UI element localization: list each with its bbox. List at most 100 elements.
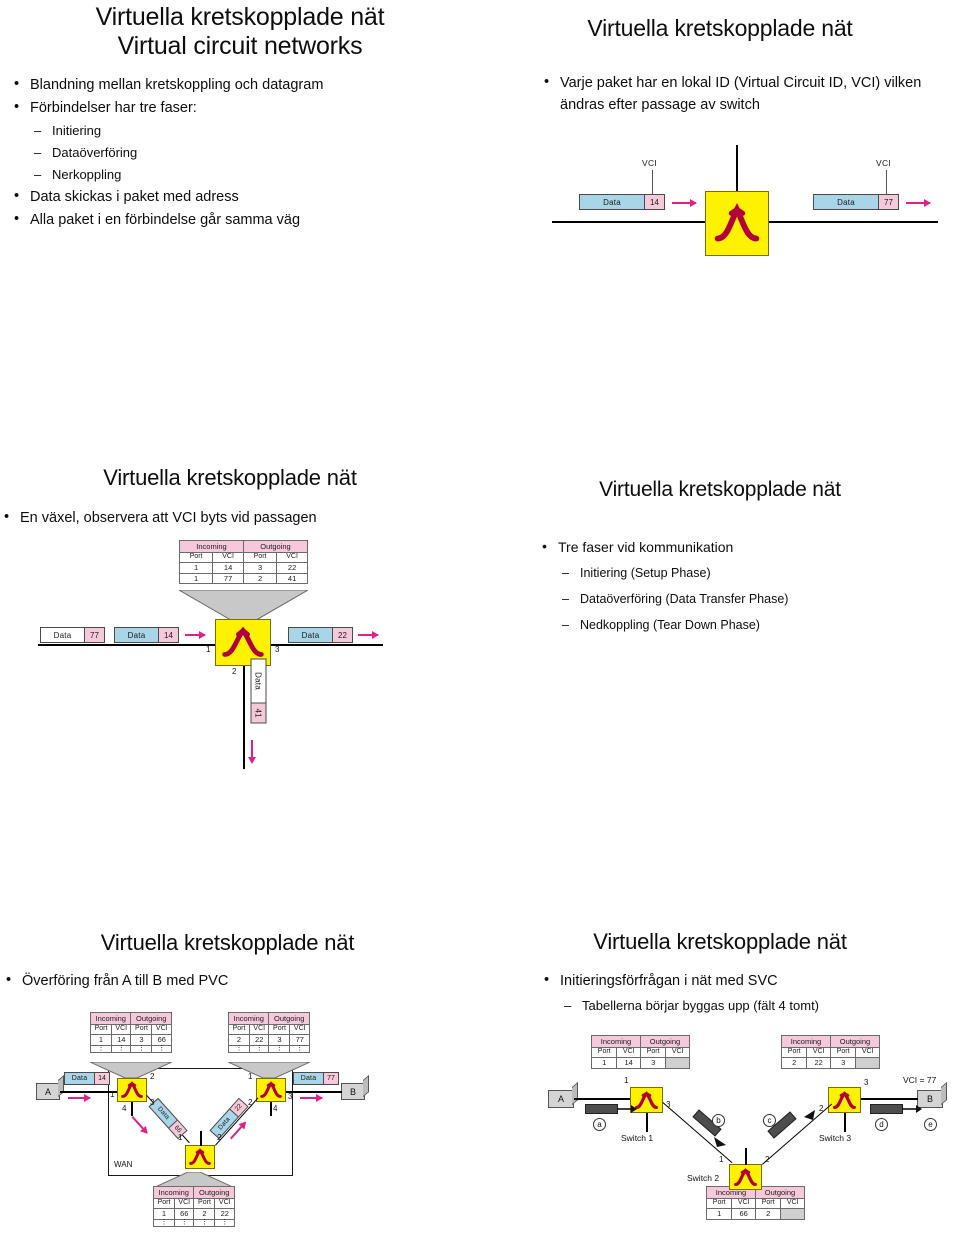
flow-arrow-right	[906, 199, 931, 207]
endpoint-a: A	[548, 1090, 574, 1108]
step-marker-d: d	[875, 1118, 888, 1131]
port-number: 1	[178, 1133, 183, 1142]
table-cell: 2	[780, 1057, 808, 1069]
packet-data-label: Data	[603, 197, 621, 207]
endpoint-b: B	[341, 1083, 365, 1100]
packet-data-label: Data	[127, 630, 146, 640]
table-column-header: VCI	[212, 552, 244, 564]
table-cell: ⋮	[89, 1044, 113, 1053]
slide-6-diagram: Incoming Outgoing Port VCI Port VCI 1 14…	[480, 920, 960, 1249]
port-number: 1	[624, 1076, 629, 1085]
port-number: 2	[765, 1155, 770, 1164]
table-row: 1 77 2 41	[178, 572, 308, 584]
vci-annotation-right: VCI = 77	[903, 1075, 937, 1085]
table-row: 1 66 2 22	[152, 1208, 235, 1220]
table-row: 1 66 2	[705, 1208, 805, 1220]
table-cell-empty	[780, 1208, 805, 1220]
packet-data-label: Data	[301, 630, 320, 640]
slide-4: Virtuella kretskopplade nät Tre faser vi…	[480, 455, 960, 920]
switch-3-caption: Switch 3	[819, 1133, 852, 1143]
step-marker-b: b	[712, 1114, 725, 1127]
table-group-header: Incoming	[179, 539, 244, 554]
bullet-item: Initiering (Setup Phase)	[540, 560, 940, 586]
table-row: ⋮ ⋮ ⋮ ⋮	[227, 1044, 310, 1053]
packet-data-label: Data	[254, 672, 263, 690]
table-column-header: Port	[268, 1024, 291, 1036]
table-column-header: VCI	[151, 1024, 172, 1036]
bullet-item: Initiering	[12, 120, 472, 142]
port-number: 1	[719, 1155, 724, 1164]
table-group-header: Incoming	[227, 1011, 270, 1026]
table-row: 1 14 3 22	[178, 562, 308, 574]
table-column-header: VCI	[780, 1198, 805, 1210]
table-column-header: Port	[705, 1198, 733, 1210]
table-row: 2 22 3 77	[227, 1034, 310, 1046]
table-row: 2 22 3	[780, 1057, 880, 1069]
switch-3-icon	[256, 1078, 286, 1102]
table-group-header: Incoming	[591, 1034, 641, 1049]
table-column-header: Port	[89, 1024, 113, 1036]
packet-data-label: Data	[837, 197, 855, 207]
port-number: 1	[206, 645, 211, 654]
table-cell: 22	[249, 1034, 270, 1046]
port-number: 3	[666, 1100, 671, 1109]
switch1-label-stub	[646, 1113, 648, 1132]
bullet-item: Nedkoppling (Tear Down Phase)	[540, 612, 940, 638]
table-cell-empty	[665, 1057, 690, 1069]
flow-arrow-a	[68, 1094, 91, 1101]
slide-deck-page: Virtuella kretskopplade nät Virtual circ…	[0, 0, 960, 1249]
packet-in: Data 14	[579, 194, 665, 210]
packet-vci-value: 77	[878, 195, 898, 209]
bullet-item: Förbindelser har tre faser:	[12, 96, 472, 120]
slide-2-diagram: VCI VCI Data 14 VCI Data 77	[480, 0, 960, 455]
slide-5-diagram: WAN Incoming Outgoing Port VCI Port VCI …	[0, 920, 480, 1249]
port-number: 4	[122, 1104, 127, 1113]
table-group-header: Outgoing	[829, 1034, 881, 1049]
packet-vci-value: 22	[332, 628, 352, 642]
port-number: 1	[248, 1072, 253, 1081]
setup-packet-a	[585, 1104, 618, 1114]
table-cell: ⋮	[214, 1218, 235, 1227]
table-cell: ⋮	[289, 1044, 310, 1053]
table-cell: 2	[227, 1034, 251, 1046]
packet-out: Data 77	[813, 194, 899, 210]
vci-label-right-text: VCI	[876, 158, 891, 168]
slide-4-bullets: Tre faser vid kommunikation Initiering (…	[540, 534, 940, 638]
table-cell: 3	[268, 1034, 291, 1046]
table-column-header: Port	[152, 1198, 176, 1210]
bullet-item: Nerkoppling	[12, 164, 472, 186]
setup-packet-d-arrow	[902, 1105, 922, 1113]
table-column-header: Port	[242, 552, 278, 564]
table-row: 1 14 3 66	[89, 1034, 172, 1046]
table-group-header: Outgoing	[242, 539, 309, 554]
slide-1: Virtuella kretskopplade nät Virtual circ…	[0, 0, 480, 455]
bus-line	[38, 644, 383, 646]
table-row: ⋮ ⋮ ⋮ ⋮	[89, 1044, 172, 1053]
table-column-header: VCI	[276, 552, 308, 564]
table-cell: 1	[89, 1034, 113, 1046]
switch3-port4-stub	[270, 1102, 272, 1116]
table-column-header: Port	[590, 1047, 618, 1059]
flow-arrow-in	[185, 631, 206, 639]
switch-1-caption: Switch 1	[621, 1133, 654, 1143]
table-column-header: Port	[780, 1047, 808, 1059]
step-marker-e: e	[924, 1118, 937, 1131]
table-cell: 14	[111, 1034, 132, 1046]
table-cell: 14	[616, 1057, 641, 1069]
switch-2-caption: Switch 2	[687, 1173, 720, 1183]
table-cell: 66	[731, 1208, 756, 1220]
bullet-item: Blandning mellan kretskoppling och datag…	[12, 73, 472, 97]
table-cell: 1	[590, 1057, 618, 1069]
slide-4-title: Virtuella kretskopplade nät	[599, 478, 841, 501]
bullet-item: Dataöverföring	[12, 142, 472, 164]
flow-arrow-left	[672, 199, 697, 207]
table-group-header: Outgoing	[193, 1185, 235, 1200]
switch-2-icon	[729, 1164, 762, 1190]
packet-vci-value: 41	[251, 702, 266, 723]
packet-queued: Data 77	[40, 627, 105, 643]
table-column-header: Port	[754, 1198, 782, 1210]
port-number: 2	[150, 1072, 155, 1081]
bullet-item: Dataöverföring (Data Transfer Phase)	[540, 586, 940, 612]
table-cell: ⋮	[268, 1044, 291, 1053]
table-cell: 3	[130, 1034, 153, 1046]
